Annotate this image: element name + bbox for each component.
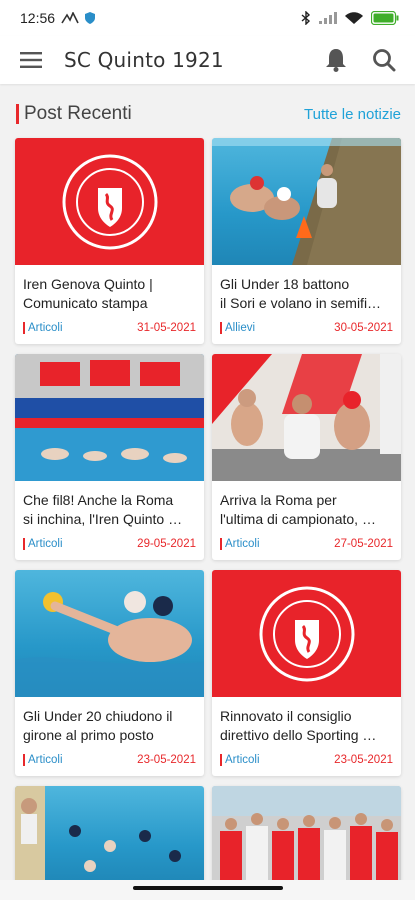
post-card[interactable]: Che fil8! Anche la Roma si inchina, l'Ir… (15, 354, 204, 560)
post-category: Articoli (220, 754, 260, 766)
post-category: Articoli (220, 538, 260, 550)
section-accent-bar (16, 104, 19, 124)
post-image-coach-and-players-bench (212, 354, 401, 481)
search-icon[interactable] (371, 47, 397, 73)
post-title-line: direttivo dello Sporting … (220, 727, 377, 743)
post-title-line: Iren Genova Quinto | (23, 276, 153, 292)
post-card[interactable] (212, 786, 401, 886)
post-image-player-shooting-ball (15, 570, 204, 697)
post-title-line: Gli Under 18 battono (220, 276, 350, 292)
post-date: 23-05-2021 (334, 754, 393, 766)
post-category: Allievi (220, 322, 255, 334)
post-date: 30-05-2021 (334, 322, 393, 334)
post-card[interactable]: Iren Genova Quinto | Comunicato stampa A… (15, 138, 204, 344)
post-image-club-logo (15, 138, 204, 265)
signal-icon (319, 12, 337, 24)
post-title-line: Arriva la Roma per (220, 492, 337, 508)
post-title-line: Gli Under 20 chiudono il (23, 708, 173, 724)
notification-app-icon (61, 12, 79, 24)
post-category: Articoli (23, 322, 63, 334)
post-category: Articoli (23, 538, 63, 550)
post-date: 23-05-2021 (137, 754, 196, 766)
shield-icon (85, 12, 96, 24)
bluetooth-icon (301, 11, 311, 25)
post-image-team-group-photo (212, 786, 401, 886)
post-image-club-logo (212, 570, 401, 697)
club-logo-icon (259, 586, 354, 681)
post-title-line: si inchina, l'Iren Quinto … (23, 511, 183, 527)
post-date: 29-05-2021 (137, 538, 196, 550)
post-category: Articoli (23, 754, 63, 766)
post-image-poolside-team-huddle (212, 138, 401, 265)
post-title-line: il Sori e volano in semifi… (220, 295, 382, 311)
status-bar: 12:56 (0, 0, 415, 36)
section-title: Post Recenti (24, 103, 132, 124)
post-date: 31-05-2021 (137, 322, 196, 334)
post-title-line: Che fil8! Anche la Roma (23, 492, 174, 508)
wifi-icon (345, 11, 363, 25)
app-bar: SC Quinto 1921 (0, 36, 415, 84)
app-title: SC Quinto 1921 (64, 48, 224, 72)
post-title-line: l'ultima di campionato, … (220, 511, 376, 527)
bottom-nav-background (0, 880, 415, 900)
post-date: 27-05-2021 (334, 538, 393, 550)
posts-grid: Iren Genova Quinto | Comunicato stampa A… (15, 138, 405, 886)
post-card[interactable]: Gli Under 20 chiudono il girone al primo… (15, 570, 204, 776)
post-card[interactable]: Gli Under 18 battono il Sori e volano in… (212, 138, 401, 344)
status-time: 12:56 (20, 10, 56, 26)
post-title-line: Rinnovato il consiglio (220, 708, 352, 724)
post-card[interactable]: Arriva la Roma per l'ultima di campionat… (212, 354, 401, 560)
battery-icon (371, 11, 399, 25)
section-header: Post Recenti Tutte le notizie (0, 100, 415, 128)
club-logo-icon (62, 154, 157, 249)
home-indicator[interactable] (133, 886, 283, 890)
post-image-players-in-pool (15, 786, 204, 886)
post-title-line: Comunicato stampa (23, 295, 148, 311)
bell-icon[interactable] (323, 47, 349, 73)
menu-icon[interactable] (18, 47, 44, 73)
post-title-line: girone al primo posto (23, 727, 154, 743)
all-news-link[interactable]: Tutte le notizie (304, 106, 401, 123)
post-card[interactable] (15, 786, 204, 886)
post-image-team-in-pool-stands (15, 354, 204, 481)
post-card[interactable]: Rinnovato il consiglio direttivo dello S… (212, 570, 401, 776)
